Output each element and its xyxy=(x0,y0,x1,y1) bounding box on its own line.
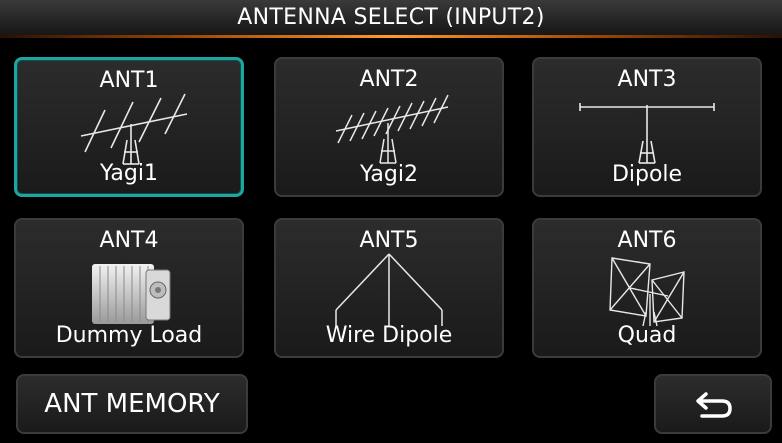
antenna-name: Dipole xyxy=(611,162,683,187)
page-title: ANTENNA SELECT (INPUT2) xyxy=(237,5,545,30)
yagi-antenna-icon xyxy=(80,93,188,165)
title-underline xyxy=(0,35,782,38)
yagi-long-antenna-icon xyxy=(335,94,449,164)
return-arrow-icon xyxy=(696,392,732,418)
wire-dipole-icon xyxy=(335,253,443,326)
ant-memory-button[interactable]: ANT MEMORY xyxy=(16,374,248,434)
antenna-button-ant5[interactable]: ANT5 Wire Dipole xyxy=(274,218,504,358)
antenna-button-ant4[interactable]: ANT4 Dummy Load xyxy=(14,218,244,358)
antenna-name: Quad xyxy=(617,323,677,348)
antenna-name: Dummy Load xyxy=(55,323,203,348)
antenna-button-ant6[interactable]: ANT6 Quad xyxy=(532,218,762,358)
title-bar: ANTENNA SELECT (INPUT2) xyxy=(0,0,782,38)
antenna-name: Wire Dipole xyxy=(325,323,453,348)
antenna-button-ant2[interactable]: ANT2 Yagi2 xyxy=(274,57,504,197)
back-button[interactable] xyxy=(654,374,772,434)
antenna-button-ant3[interactable]: ANT3 Dipole xyxy=(532,57,762,197)
quad-antenna-icon xyxy=(609,257,685,327)
dipole-antenna-icon xyxy=(579,103,715,164)
antenna-name: Yagi1 xyxy=(100,161,158,186)
antenna-button-ant1[interactable]: ANT1 Yagi1 xyxy=(14,57,244,197)
dummy-load-icon xyxy=(92,264,171,324)
antenna-name: Yagi2 xyxy=(360,162,418,187)
